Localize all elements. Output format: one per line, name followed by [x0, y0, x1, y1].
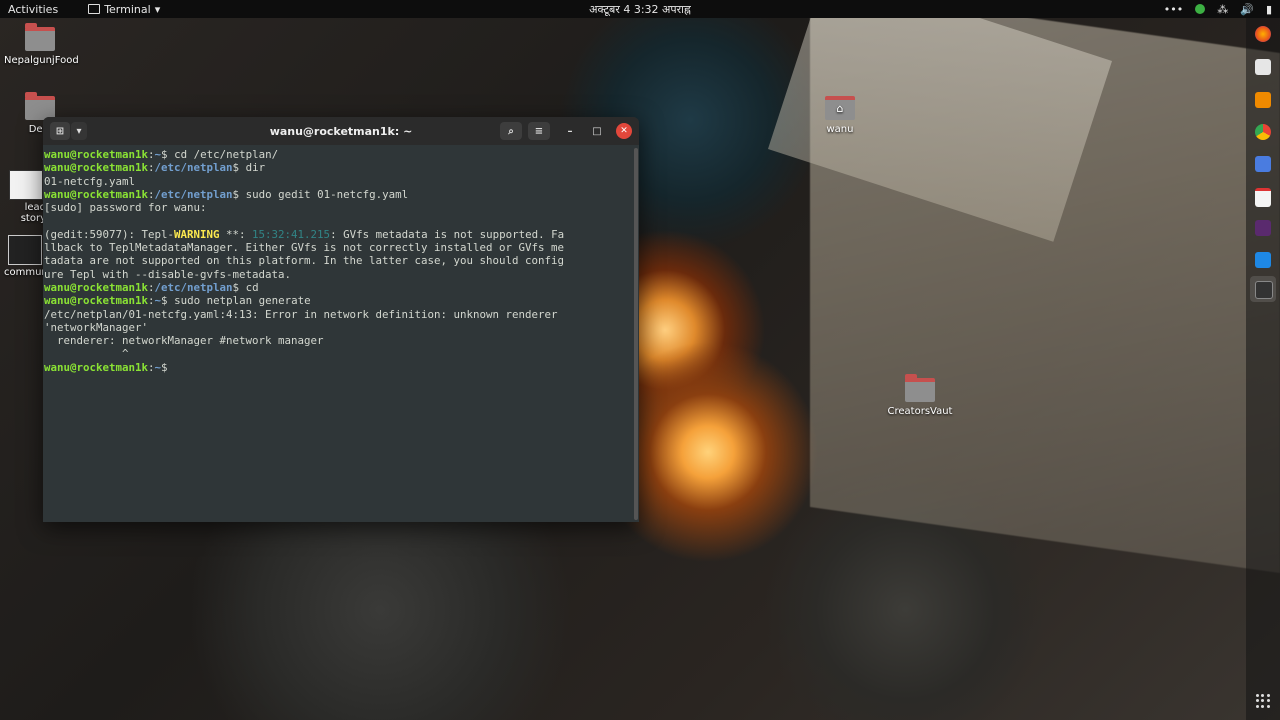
terminal-line: 01-netcfg.yaml [44, 174, 136, 188]
chevron-down-icon[interactable]: ▾ [71, 122, 87, 140]
terminal-line: /etc/netplan/01-netcfg.yaml:4:13: Error … [44, 307, 558, 321]
terminal-dock-icon[interactable] [1255, 281, 1273, 299]
new-tab-icon[interactable]: ⊞ [50, 122, 70, 140]
terminal-line: renderer: networkManager #network manage… [44, 334, 324, 348]
firefox-icon[interactable] [1255, 26, 1271, 42]
terminal-line: wanu@rocketman1k:~$ cd /etc/netplan/ [44, 148, 279, 161]
desktop-icon-commun[interactable]: commun [4, 235, 48, 278]
image-thumbnail-icon [9, 170, 43, 200]
volume-icon[interactable]: 🔊 [1240, 3, 1254, 16]
sublime-text-icon[interactable] [1255, 92, 1271, 108]
status-icon[interactable] [1195, 4, 1206, 14]
dock [1246, 18, 1280, 720]
activities-button[interactable]: Activities [0, 3, 66, 16]
maximize-button[interactable]: □ [589, 123, 605, 139]
terminal-titlebar[interactable]: ⊞ ▾ wanu@rocketman1k: ~ ⌕ ≡ – □ ✕ [43, 117, 639, 145]
minimize-button[interactable]: – [562, 123, 578, 139]
terminal-line: 'networkManager' [44, 320, 149, 334]
search-icon[interactable]: ⌕ [500, 122, 522, 140]
terminal-line: [sudo] password for wanu: [44, 201, 207, 215]
desktop-icon-label: story [20, 213, 46, 224]
terminal-output[interactable]: wanu@rocketman1k:~$ cd /etc/netplan/wanu… [44, 148, 631, 522]
folder-icon [905, 374, 935, 402]
desktop-icon-label: lead [24, 202, 46, 213]
files-icon[interactable] [1255, 59, 1271, 75]
chevron-down-icon: ▾ [154, 2, 161, 16]
vscode-icon[interactable] [1255, 252, 1271, 268]
app-menu-label: Terminal [104, 2, 151, 16]
terminal-icon [88, 4, 101, 14]
intellij-icon[interactable] [1255, 220, 1271, 236]
show-applications-icon[interactable] [1256, 694, 1270, 708]
desktop-icon-nepalgunjfood[interactable]: NepalgunjFood [4, 23, 79, 66]
clock[interactable]: अक्टूबर 4 3:32 अपराह्न [589, 2, 691, 17]
terminal-prompt-line: wanu@rocketman1k:~$ [44, 360, 168, 374]
screenshot-tool-icon[interactable] [1255, 156, 1271, 172]
app-menu-terminal[interactable]: Terminal ▾ [88, 3, 160, 16]
more-icon[interactable]: ••• [1164, 3, 1183, 16]
document-viewer-icon[interactable] [1255, 188, 1271, 207]
terminal-line: wanu@rocketman1k:/etc/netplan$ cd [44, 280, 259, 294]
desktop-icon-label: commun [4, 267, 48, 278]
home-folder-icon: ⌂ [825, 96, 855, 120]
desktop-icon-creatorsvaut[interactable]: CreatorsVaut [886, 374, 954, 417]
folder-icon [25, 23, 55, 51]
terminal-line: (gedit:59077): Tepl-WARNING **: 15:32:41… [44, 227, 565, 241]
network-icon[interactable]: ⁂ [1217, 3, 1228, 16]
close-button[interactable]: ✕ [616, 123, 632, 139]
desktop-icon-lead-story[interactable]: lead story [6, 170, 46, 224]
image-thumbnail-icon [8, 235, 42, 265]
system-tray[interactable]: ••• ⁂ 🔊 ▮ [1164, 3, 1272, 16]
top-bar: Activities Terminal ▾ अक्टूबर 4 3:32 अपर… [0, 0, 1280, 18]
desktop-icon-wanu[interactable]: ⌂ wanu [820, 96, 860, 135]
desktop-icon-label: wanu [826, 124, 854, 135]
battery-icon[interactable]: ▮ [1266, 3, 1272, 16]
window-title: wanu@rocketman1k: ~ [269, 124, 413, 138]
terminal-line: llback to TeplMetadataManager. Either GV… [44, 241, 565, 255]
terminal-line: ure Tepl with --disable-gvfs-metadata. [44, 267, 292, 281]
terminal-window[interactable]: ⊞ ▾ wanu@rocketman1k: ~ ⌕ ≡ – □ ✕ wanu@r… [43, 117, 639, 522]
terminal-line: tadata are not supported on this platfor… [44, 254, 565, 268]
desktop-icon-label: CreatorsVaut [887, 406, 953, 417]
terminal-line: ^ [44, 347, 129, 361]
hamburger-menu-icon[interactable]: ≡ [528, 122, 550, 140]
terminal-line: wanu@rocketman1k:/etc/netplan$ dir [44, 161, 266, 175]
terminal-line: wanu@rocketman1k:~$ sudo netplan generat… [44, 294, 311, 308]
terminal-line: wanu@rocketman1k:/etc/netplan$ sudo gedi… [44, 187, 409, 201]
chrome-icon[interactable] [1255, 124, 1271, 140]
terminal-scrollbar[interactable] [634, 148, 638, 520]
desktop-icon-label: NepalgunjFood [4, 55, 79, 66]
